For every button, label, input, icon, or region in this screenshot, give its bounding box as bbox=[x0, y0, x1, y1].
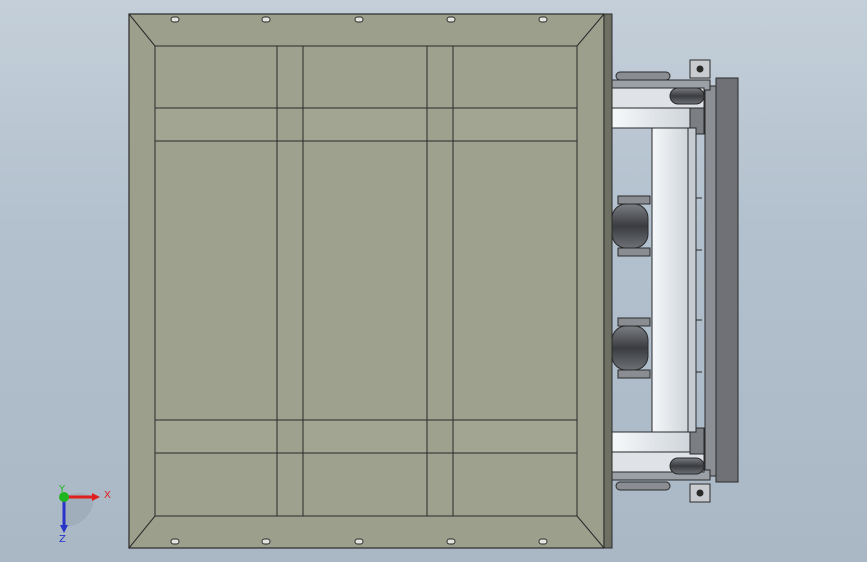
part-drawing: X Y Z bbox=[58, 13, 739, 549]
orientation-triad[interactable]: X Y Z bbox=[58, 484, 111, 545]
x-axis-label: X bbox=[104, 490, 111, 501]
cad-viewport[interactable]: X Y Z bbox=[0, 0, 867, 562]
y-axis-label: Y bbox=[58, 484, 66, 495]
x-arrow-head bbox=[92, 493, 100, 501]
slide-mechanism bbox=[611, 59, 739, 503]
main-plate bbox=[128, 13, 613, 549]
z-arrow-head bbox=[60, 525, 68, 533]
z-axis-label: Z bbox=[59, 534, 66, 545]
